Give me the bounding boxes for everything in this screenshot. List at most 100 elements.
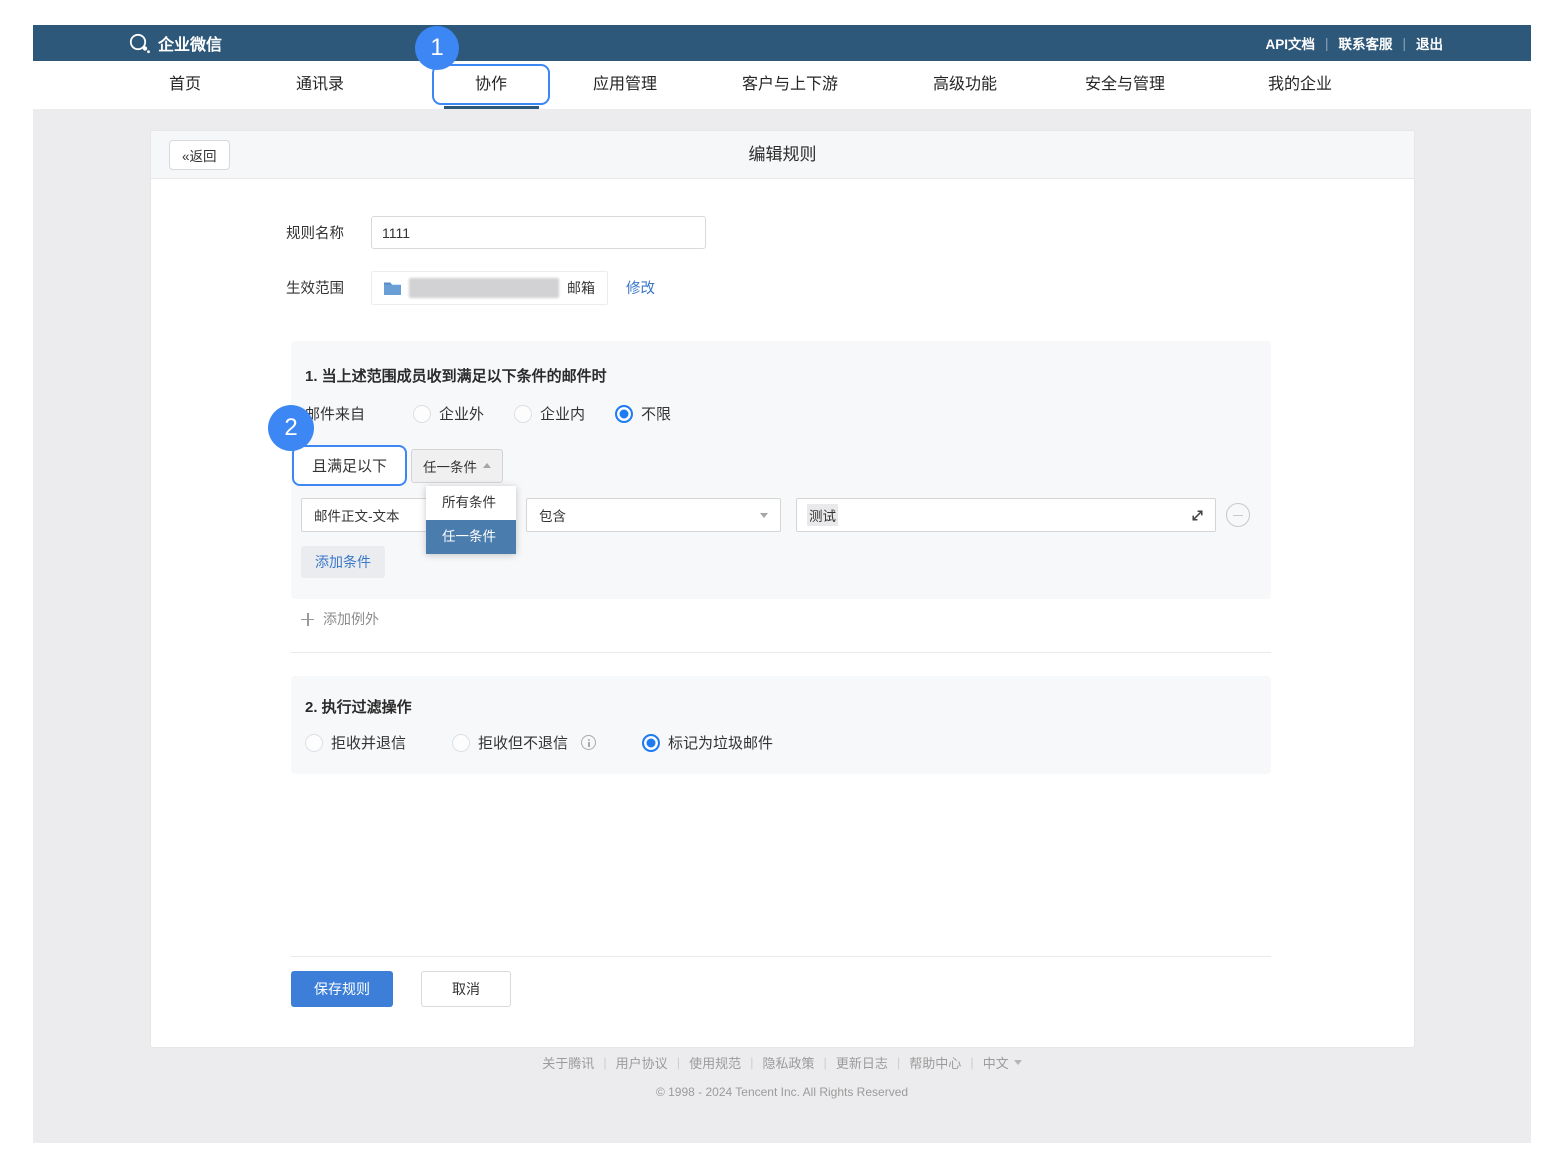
condition-field-value: 邮件正文-文本 — [314, 505, 400, 525]
rule-name-label: 规则名称 — [286, 222, 356, 243]
dropdown-option-all-conditions[interactable]: 所有条件 — [426, 486, 516, 520]
separator: | — [970, 1055, 973, 1070]
nav-item-customers[interactable]: 客户与上下游 — [742, 61, 838, 109]
condition-operator-value: 包含 — [539, 505, 566, 525]
topbar-link-api-docs[interactable]: API文档 — [1265, 33, 1315, 53]
footer: 关于腾讯 | 用户协议 | 使用规范 | 隐私政策 | 更新日志 | 帮助中心 … — [33, 1053, 1531, 1099]
footer-link-usage-rules[interactable]: 使用规范 — [689, 1053, 741, 1072]
action-radio-row: 拒收并退信 拒收但不退信 标记为垃圾邮件 — [305, 732, 819, 753]
annotation-step-2-badge: 2 — [268, 405, 314, 451]
dropdown-option-any-condition[interactable]: 任一条件 — [426, 520, 516, 554]
topbar-links: API文档 | 联系客服 | 退出 — [1265, 33, 1443, 53]
radio-reject-with-bounce[interactable]: 拒收并退信 — [305, 732, 406, 753]
nav-item-my-company[interactable]: 我的企业 — [1268, 61, 1332, 109]
add-exception-button[interactable]: 添加例外 — [301, 609, 379, 629]
plus-icon — [301, 613, 314, 626]
expand-icon[interactable] — [1190, 508, 1205, 523]
radio-mark-as-spam[interactable]: 标记为垃圾邮件 — [642, 732, 773, 753]
back-button[interactable]: «返回 — [169, 140, 230, 170]
folder-icon — [384, 281, 401, 295]
radio-circle-selected — [615, 405, 633, 423]
scope-label: 生效范围 — [286, 277, 356, 298]
separator: | — [897, 1055, 900, 1070]
language-selector[interactable]: 中文 — [983, 1053, 1022, 1072]
divider — [291, 956, 1271, 957]
wework-logo-icon — [128, 32, 151, 55]
topbar: 企业微信 API文档 | 联系客服 | 退出 — [33, 25, 1531, 61]
footer-link-privacy-policy[interactable]: 隐私政策 — [762, 1053, 814, 1072]
radio-circle — [305, 734, 323, 752]
condition-value-input[interactable]: 测试 — [796, 498, 1216, 532]
edit-rule-card: «返回 编辑规则 规则名称 生效范围 邮箱 修改 — [150, 130, 1415, 1048]
footer-link-user-agreement[interactable]: 用户协议 — [616, 1053, 668, 1072]
add-exception-label: 添加例外 — [323, 609, 379, 629]
nav-item-home[interactable]: 首页 — [169, 61, 201, 109]
annotation-step-1-badge: 1 — [415, 26, 459, 70]
copyright-text: © 1998 - 2024 Tencent Inc. All Rights Re… — [33, 1085, 1531, 1099]
modify-scope-link[interactable]: 修改 — [626, 277, 655, 298]
radio-reject-without-bounce[interactable]: 拒收但不退信 — [452, 732, 596, 753]
separator: | — [1325, 36, 1329, 51]
info-icon[interactable] — [581, 735, 596, 750]
nav-item-advanced[interactable]: 高级功能 — [933, 61, 997, 109]
match-type-dropdown: 所有条件 任一条件 — [426, 486, 516, 554]
footer-link-changelog[interactable]: 更新日志 — [836, 1053, 888, 1072]
caret-up-icon — [483, 463, 491, 468]
rule-name-input[interactable] — [371, 216, 706, 249]
radio-label: 拒收并退信 — [331, 732, 406, 753]
scope-suffix: 邮箱 — [567, 278, 595, 298]
rule-name-row: 规则名称 — [286, 216, 706, 249]
nav-item-security[interactable]: 安全与管理 — [1085, 61, 1165, 109]
radio-label: 拒收但不退信 — [478, 732, 568, 753]
nav-item-collaboration[interactable]: 协作 — [475, 61, 507, 109]
mail-from-label: 邮件来自 — [305, 403, 365, 424]
radio-circle-selected — [642, 734, 660, 752]
radio-label: 企业外 — [439, 403, 484, 424]
wework-logo[interactable]: 企业微信 — [128, 31, 222, 55]
match-type-value: 任一条件 — [423, 456, 477, 476]
separator: | — [677, 1055, 680, 1070]
logo-text: 企业微信 — [158, 31, 222, 55]
match-label: 且满足以下 — [312, 455, 387, 476]
radio-mail-from-internal[interactable]: 企业内 — [514, 403, 585, 424]
scope-row: 生效范围 邮箱 修改 — [286, 271, 655, 304]
caret-down-icon — [760, 513, 768, 518]
radio-circle — [413, 405, 431, 423]
content-area: «返回 编辑规则 规则名称 生效范围 邮箱 修改 — [33, 109, 1531, 1143]
condition-operator-select[interactable]: 包含 — [526, 498, 781, 532]
radio-mail-from-external[interactable]: 企业外 — [413, 403, 484, 424]
radio-circle — [514, 405, 532, 423]
scope-tag: 邮箱 — [371, 271, 608, 305]
section1-title: 1. 当上述范围成员收到满足以下条件的邮件时 — [305, 365, 607, 386]
radio-circle — [452, 734, 470, 752]
language-label: 中文 — [983, 1053, 1009, 1072]
condition-section: 1. 当上述范围成员收到满足以下条件的邮件时 邮件来自 企业外 企业内 不限 — [291, 341, 1271, 599]
radio-label: 企业内 — [540, 403, 585, 424]
section2-title: 2. 执行过滤操作 — [305, 696, 412, 717]
add-condition-button[interactable]: 添加条件 — [301, 546, 385, 578]
condition-value-text: 测试 — [807, 504, 838, 526]
caret-down-icon — [1014, 1060, 1022, 1065]
separator: | — [1402, 36, 1406, 51]
mail-from-row: 邮件来自 企业外 企业内 不限 — [305, 403, 701, 424]
active-tab-underline — [444, 106, 539, 109]
topbar-link-contact-support[interactable]: 联系客服 — [1338, 33, 1392, 53]
action-section: 2. 执行过滤操作 拒收并退信 拒收但不退信 标记为垃圾邮件 — [291, 676, 1271, 774]
remove-condition-button[interactable] — [1226, 503, 1250, 527]
match-type-select[interactable]: 任一条件 — [411, 449, 503, 483]
page: 企业微信 API文档 | 联系客服 | 退出 首页 通讯录 协作 应用管理 客户… — [0, 0, 1545, 1161]
cancel-button[interactable]: 取消 — [421, 971, 511, 1007]
radio-mail-from-unlimited[interactable]: 不限 — [615, 403, 671, 424]
separator: | — [603, 1055, 606, 1070]
footer-link-about-tencent[interactable]: 关于腾讯 — [542, 1053, 594, 1072]
main-nav: 首页 通讯录 协作 应用管理 客户与上下游 高级功能 安全与管理 我的企业 — [33, 61, 1531, 109]
save-rule-button[interactable]: 保存规则 — [291, 971, 393, 1007]
footer-link-help-center[interactable]: 帮助中心 — [909, 1053, 961, 1072]
nav-item-apps[interactable]: 应用管理 — [593, 61, 657, 109]
page-title: 编辑规则 — [749, 131, 817, 179]
nav-item-contacts[interactable]: 通讯录 — [296, 61, 344, 109]
annotation-box-step2: 且满足以下 — [292, 445, 407, 486]
radio-label: 不限 — [641, 403, 671, 424]
separator: | — [824, 1055, 827, 1070]
topbar-link-logout[interactable]: 退出 — [1416, 33, 1443, 53]
